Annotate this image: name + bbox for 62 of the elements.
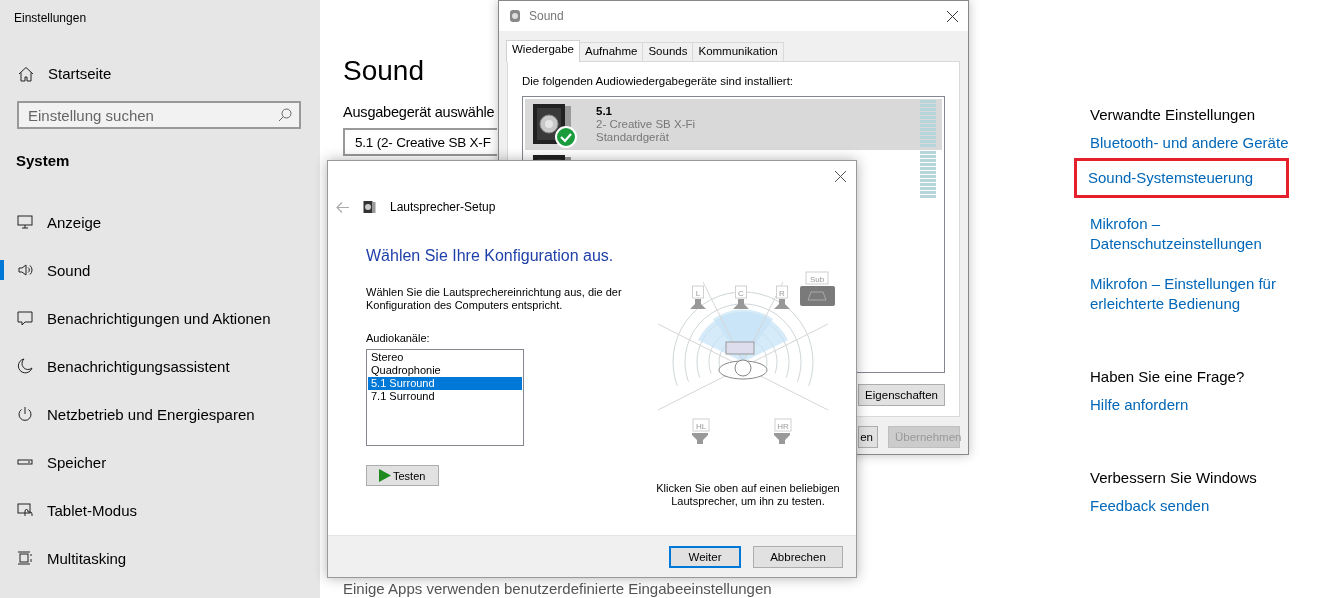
settings-link[interactable]: Hilfe anfordern	[1090, 395, 1295, 415]
properties-button[interactable]: Eigenschaften	[858, 384, 945, 406]
volume-meter	[920, 99, 936, 147]
close-icon[interactable]	[835, 170, 846, 182]
nav-item[interactable]: Benachrichtigungen und Aktionen	[0, 294, 281, 342]
nav-item[interactable]: Multitasking	[0, 534, 137, 582]
instruction-text: Die folgenden Audiowiedergabegeräte sind installiert:	[522, 75, 794, 87]
nav-item[interactable]: Tablet-Modus	[0, 486, 148, 534]
hint-text: Klicken Sie oben auf einen beliebigen Lautsprecher, um ihn zu testen.	[655, 482, 841, 508]
instruction-text: Wählen Sie die Lautsprechereinrichtung aus, die der Konfiguration des Computers entspricht.	[366, 286, 623, 312]
window-title: Lautsprecher-Setup	[390, 200, 496, 214]
moon-icon	[17, 358, 33, 374]
dialog-button[interactable]: en	[858, 426, 878, 448]
volume-meter	[920, 150, 936, 198]
page-heading: Wählen Sie Ihre Konfiguration aus.	[366, 247, 614, 265]
section-heading: Verbessern Sie Windows	[1090, 468, 1257, 488]
list-item[interactable]: 5.1 Surround	[368, 377, 522, 390]
nav-item[interactable]: Sound	[0, 246, 101, 294]
list-item[interactable]: Quadrophonie	[368, 364, 522, 377]
body-text: Einige Apps verwenden benutzerdefinierte Eingabeeinstellungen	[343, 580, 772, 597]
power-icon	[17, 406, 33, 422]
nav-item[interactable]: Benachrichtigungsassistent	[0, 342, 240, 390]
device-name: 5.1	[596, 105, 613, 118]
dialog-button[interactable]: Weiter	[669, 545, 741, 568]
device-row[interactable]: 5.1 2- Creative SB X-Fi Standardgerät	[525, 99, 942, 150]
home-link[interactable]: Startseite	[18, 65, 112, 82]
settings-link[interactable]: Mikrofon – Datenschutzeinstellungen	[1090, 214, 1295, 254]
section-heading: Haben Sie eine Frage?	[1090, 367, 1245, 387]
list-item[interactable]: Stereo	[368, 351, 522, 364]
test-button[interactable]: Testen	[366, 465, 439, 486]
nav-item[interactable]: Netzbetrieb und Energiesparen	[0, 390, 265, 438]
window-title: Sound	[529, 9, 564, 23]
field-label: Ausgabegerät auswähle	[343, 104, 495, 120]
section-heading: System	[16, 152, 70, 169]
tab[interactable]: Kommunikation	[692, 42, 784, 61]
output-device-dropdown[interactable]: 5.1 (2- Creative SB X-F	[343, 128, 497, 156]
page-title: Sound	[343, 55, 424, 87]
search-field[interactable]: Einstellung suchen	[17, 101, 301, 129]
section-heading: Verwandte Einstellungen	[1090, 105, 1256, 125]
device-status: Standardgerät	[596, 131, 670, 144]
app-title: Einstellungen	[13, 10, 87, 25]
settings-link[interactable]: Bluetooth- und andere Geräte	[1090, 133, 1295, 153]
home-icon	[18, 65, 34, 82]
display-icon	[17, 214, 33, 230]
nav-item[interactable]: Anzeige	[0, 198, 112, 246]
tablet-icon	[17, 502, 33, 518]
play-icon	[379, 469, 391, 482]
settings-link[interactable]: Feedback senden	[1090, 496, 1295, 516]
check-icon	[555, 125, 577, 148]
nav-item[interactable]: Speicher	[0, 438, 117, 486]
list-label: Audiokanäle:	[366, 332, 430, 344]
close-icon[interactable]	[947, 10, 958, 22]
list-item[interactable]: 7.1 Surround	[368, 390, 522, 403]
sound-icon	[17, 262, 33, 278]
search-icon	[278, 108, 292, 122]
multitask-icon	[17, 550, 33, 566]
settings-link[interactable]: Sound-Systemsteuerung	[1077, 161, 1286, 195]
settings-link[interactable]: Mikrofon – Einstellungen für erleichterte Bedienung	[1090, 274, 1295, 314]
dialog-button[interactable]: Abbrechen	[753, 545, 843, 568]
device-detail: 2- Creative SB X-Fi	[596, 118, 696, 131]
notification-icon	[17, 310, 33, 326]
tab[interactable]: Wiedergabe	[506, 40, 580, 62]
